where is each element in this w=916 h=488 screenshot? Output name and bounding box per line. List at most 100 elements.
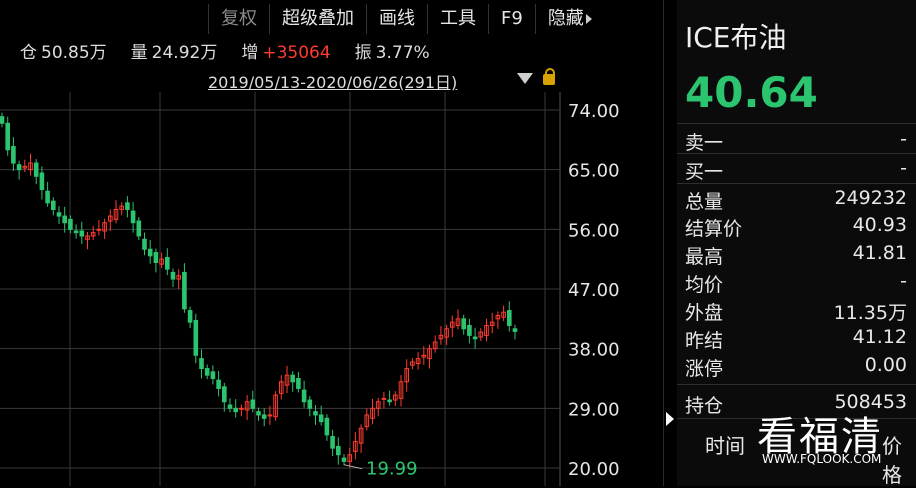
candle-body	[193, 319, 199, 356]
f9-button[interactable]: F9	[488, 4, 535, 34]
sell-label: 卖一	[685, 132, 724, 154]
row-value: 41.81	[852, 242, 907, 264]
candle-body	[73, 230, 79, 234]
amplitude-label: 振	[354, 42, 372, 63]
quote-row-average: 均价 -	[685, 270, 907, 296]
candle-body	[313, 411, 318, 416]
candle-body	[472, 336, 478, 340]
candle-body	[324, 417, 330, 436]
open-interest-value: 50.85万	[41, 42, 107, 63]
sell-value: -	[900, 128, 907, 150]
row-value: 41.12	[852, 326, 907, 348]
candle-body	[387, 399, 392, 403]
candle-body	[341, 457, 347, 462]
row-value: 0.00	[864, 354, 907, 376]
candle-body	[330, 436, 335, 449]
candle-body	[0, 116, 5, 124]
price-column-header: 价格	[882, 434, 902, 487]
volume-stat: 量 24.92万	[131, 38, 230, 63]
candle-body	[307, 399, 313, 409]
increase-stat: 增 +35064	[241, 38, 342, 63]
candle-body	[165, 257, 170, 270]
draw-line-button[interactable]: 画线	[366, 4, 427, 34]
hide-label: 隐藏	[547, 8, 584, 29]
last-price: 40.64	[685, 68, 818, 117]
quote-row-limit-up: 涨停 0.00	[685, 354, 907, 380]
candle-body	[147, 248, 153, 257]
candle-body	[56, 212, 62, 217]
dropdown-triangle-icon[interactable]	[517, 73, 533, 84]
divider	[677, 384, 916, 385]
candle-body	[79, 230, 85, 237]
time-column-header: 时间	[705, 434, 745, 458]
min-price-label: 19.99	[366, 459, 418, 480]
y-tick-label: 56.00	[568, 220, 620, 241]
candle-body	[182, 271, 187, 310]
lock-icon[interactable]	[543, 68, 555, 85]
open-interest-label: 仓	[20, 42, 37, 63]
row-label: 最高	[685, 246, 724, 268]
candle-body	[11, 145, 16, 164]
candle-body	[336, 445, 341, 456]
candle-body	[296, 378, 301, 389]
panel-divider	[663, 0, 664, 486]
open-interest-stat: 仓 50.85万	[0, 38, 119, 63]
candle-body	[461, 318, 466, 330]
watermark-url: WWW.FQLOOK.COM	[762, 452, 882, 466]
row-value: -	[900, 270, 907, 292]
candle-body	[507, 310, 512, 326]
quote-row-total-volume: 总量 249232	[685, 187, 907, 213]
y-tick-label: 38.00	[568, 340, 620, 361]
candle-body	[381, 397, 387, 400]
candle-body	[250, 399, 256, 409]
divider	[677, 153, 916, 154]
candle-body	[267, 414, 273, 417]
date-range-link[interactable]: 2019/05/13-2020/06/26(291日)	[208, 69, 457, 93]
row-value: 11.35万	[833, 302, 907, 324]
candle-body	[512, 328, 518, 332]
super-overlay-button[interactable]: 超级叠加	[269, 4, 366, 34]
y-tick-label: 65.00	[568, 161, 620, 182]
open-interest-label: 持仓	[685, 395, 724, 417]
candle-body	[125, 202, 130, 210]
buy-row: 买一 -	[685, 157, 907, 183]
candle-body	[233, 407, 238, 413]
candle-body	[68, 218, 73, 230]
candle-body	[142, 238, 147, 250]
y-tick-label: 74.00	[568, 101, 620, 122]
y-tick-label: 47.00	[568, 280, 620, 301]
candle-body	[130, 210, 136, 224]
candle-body	[216, 379, 221, 389]
volume-value: 24.92万	[151, 42, 218, 63]
candle-body	[136, 220, 142, 237]
quote-sidebar: ICE布油 40.64 卖一 - 买一 - 总量 249232 结算价 40.93 …	[677, 0, 916, 487]
candle-body	[62, 215, 68, 224]
hide-button[interactable]: 隐藏	[534, 4, 604, 34]
candle-body	[96, 228, 102, 231]
row-label: 均价	[685, 274, 724, 296]
amplitude-stat: 振 3.77%	[355, 38, 442, 63]
candle-body	[318, 414, 324, 423]
candle-body	[204, 368, 210, 376]
candle-body	[199, 358, 204, 370]
row-label: 结算价	[685, 218, 743, 240]
candle-body	[467, 324, 472, 336]
restore-rights-button[interactable]: 复权	[208, 4, 269, 34]
amplitude-value: 3.77%	[375, 42, 430, 63]
divider	[677, 183, 916, 184]
quote-row-high: 最高 41.81	[685, 242, 907, 268]
candle-body	[45, 190, 50, 204]
row-label: 总量	[685, 191, 724, 213]
candlestick-chart: 74.00 65.00 56.00 47.00 38.00 29.00 20.00 19.99	[0, 92, 620, 486]
collapse-arrow-icon[interactable]	[666, 412, 674, 426]
tools-button[interactable]: 工具	[427, 4, 488, 34]
candle-body	[39, 172, 45, 191]
candle-body	[5, 122, 10, 151]
quote-row-settlement: 结算价 40.93	[685, 214, 907, 240]
row-label: 涨停	[685, 358, 724, 380]
candle-body	[16, 164, 22, 171]
quote-row-outer-volume: 外盘 11.35万	[685, 298, 907, 324]
candle-body	[51, 200, 56, 210]
candle-body	[222, 386, 227, 403]
row-value: 249232	[834, 187, 907, 209]
